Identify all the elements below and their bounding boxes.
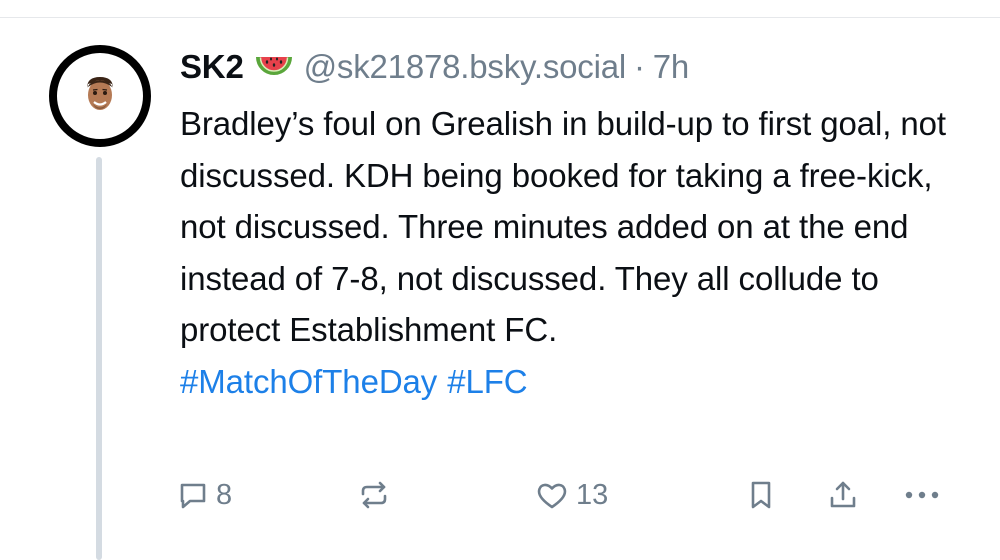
post-timestamp[interactable]: 7h [653,48,690,86]
watermelon-icon [255,53,292,81]
thread-line [96,157,102,560]
post[interactable]: SK2 @sk21878.bsky.social · 7h Bradley’s … [180,44,980,407]
display-name[interactable]: SK2 [180,48,244,86]
top-divider [0,0,1000,18]
bookmark-icon [748,480,774,510]
hashtags: #MatchOfTheDay #LFC [180,356,970,408]
post-body: Bradley’s foul on Grealish in build-up t… [180,98,970,407]
reply-count: 8 [216,478,233,511]
user-handle[interactable]: @sk21878.bsky.social [304,48,627,86]
reply-button[interactable]: 8 [178,472,232,518]
like-count: 13 [576,478,609,511]
share-icon [828,480,858,510]
share-button[interactable] [828,472,858,518]
post-header: SK2 @sk21878.bsky.social · 7h [180,44,980,90]
reply-bubble-icon [178,480,208,510]
heart-icon [536,480,568,510]
post-actions: 8 13 [178,472,958,518]
post-text: Bradley’s foul on Grealish in build-up t… [180,105,946,348]
memoji-face-icon [81,74,119,119]
more-dots-icon [904,490,940,500]
repost-button[interactable] [358,472,390,518]
hashtag-link[interactable]: #MatchOfTheDay [180,363,437,400]
more-options-button[interactable] [904,472,940,518]
hashtag-link[interactable]: #LFC [447,363,527,400]
avatar[interactable] [49,45,151,147]
repost-icon [358,480,390,510]
bookmark-button[interactable] [748,472,774,518]
separator-dot: · [633,48,645,85]
like-button[interactable]: 13 [536,472,608,518]
